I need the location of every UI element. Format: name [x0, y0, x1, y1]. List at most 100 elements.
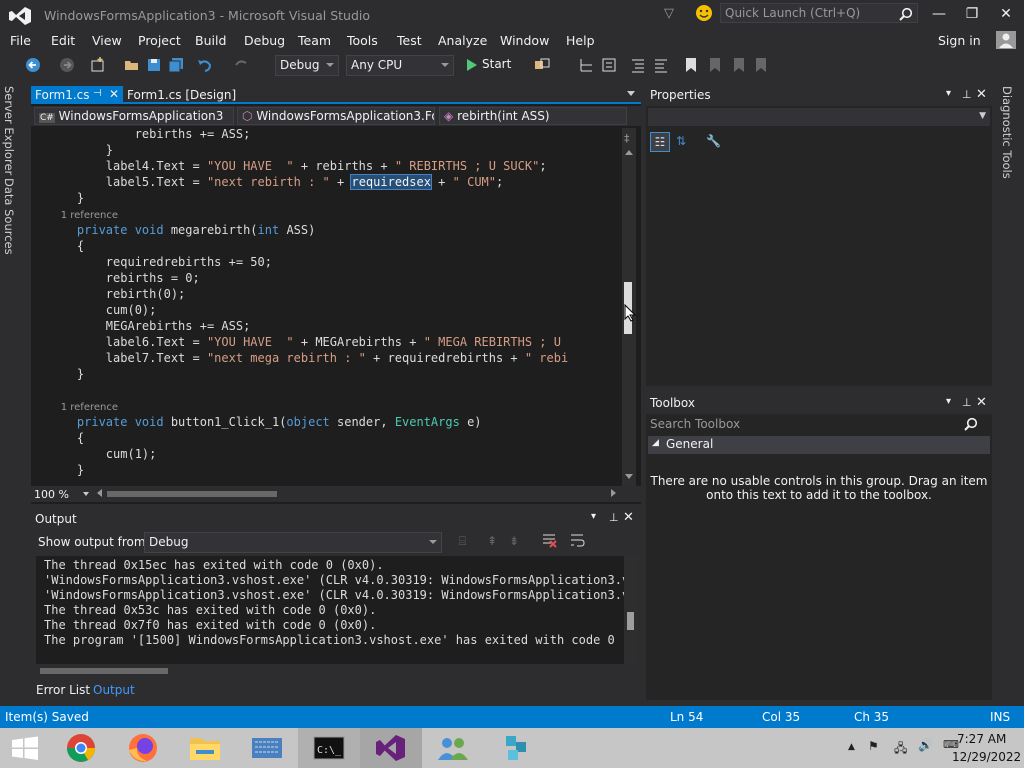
horizontal-scroll-thumb[interactable] — [40, 668, 168, 674]
clear-bookmarks-icon[interactable] — [752, 56, 770, 74]
output-vertical-scrollbar[interactable] — [624, 556, 638, 664]
open-file-icon[interactable] — [123, 56, 141, 74]
start-button-icon[interactable] — [0, 728, 50, 768]
tab-form1-cs[interactable]: Form1.cs ⊣ ✕ — [31, 86, 123, 104]
code-line[interactable]: label7.Text = "next mega rebirth : " + r… — [48, 350, 568, 366]
data-sources-tab[interactable]: Data Sources — [2, 178, 16, 255]
menu-window[interactable]: Window — [500, 33, 549, 48]
close-tab-icon[interactable]: ✕ — [109, 87, 119, 101]
code-line[interactable]: } — [48, 366, 84, 382]
step-into-icon[interactable] — [578, 56, 596, 74]
code-line[interactable]: label5.Text = "next rebirth : " + requir… — [48, 174, 503, 190]
tab-output[interactable]: Output — [93, 683, 135, 697]
pin-icon[interactable]: ⊥ — [962, 88, 972, 101]
zoom-level[interactable]: 100 % — [34, 488, 69, 501]
prev-message-icon[interactable]: ⇞ — [487, 534, 497, 548]
action-center-flag-icon[interactable]: ⚑ — [868, 739, 879, 753]
save-all-icon[interactable] — [167, 56, 185, 74]
bookmark-icon[interactable] — [682, 56, 700, 74]
uncomment-lines-icon[interactable] — [652, 56, 670, 74]
filter-icon[interactable]: ▽ — [664, 6, 674, 21]
redo-icon[interactable] — [232, 56, 250, 74]
menu-debug[interactable]: Debug — [244, 33, 285, 48]
people-app-icon[interactable] — [422, 728, 484, 768]
new-project-icon[interactable] — [89, 56, 107, 74]
diagnostic-tools-tab[interactable]: Diagnostic Tools — [1000, 86, 1014, 179]
quick-launch-input[interactable]: Quick Launch (Ctrl+Q) — [725, 6, 860, 20]
scroll-up-icon[interactable] — [625, 150, 633, 155]
code-line[interactable]: rebirths += ASS; — [48, 128, 251, 142]
split-icon[interactable]: ‡ — [624, 132, 630, 145]
file-explorer-icon[interactable] — [174, 728, 236, 768]
code-line[interactable]: label4.Text = "YOU HAVE " + rebirths + "… — [48, 158, 547, 174]
code-line[interactable]: { — [48, 430, 84, 446]
clock-date[interactable]: 12/29/2022 — [952, 750, 1021, 764]
tab-error-list[interactable]: Error List — [36, 683, 90, 697]
word-wrap-icon[interactable] — [569, 532, 585, 548]
step-over-icon[interactable] — [600, 56, 618, 74]
toolbox-search[interactable]: Search Toolbox — [646, 414, 992, 434]
code-line[interactable]: label6.Text = "YOU HAVE " + MEGArebirths… — [48, 334, 561, 350]
zoom-dropdown-icon[interactable] — [83, 492, 89, 496]
tab-overflow-icon[interactable] — [627, 91, 635, 96]
sign-in-link[interactable]: Sign in — [938, 33, 981, 48]
panel-dropdown-icon[interactable]: ▾ — [946, 88, 951, 99]
pin-icon[interactable]: ⊥ — [962, 396, 972, 409]
clear-all-icon[interactable] — [541, 532, 557, 548]
tab-form1-design[interactable]: Form1.cs [Design] — [123, 86, 253, 104]
search-icon[interactable] — [899, 7, 913, 21]
scroll-down-icon[interactable] — [625, 474, 633, 479]
code-line[interactable]: } — [48, 462, 84, 478]
menu-view[interactable]: View — [92, 33, 122, 48]
minimize-button[interactable]: — — [931, 6, 947, 22]
menu-tools[interactable]: Tools — [347, 33, 378, 48]
firefox-icon[interactable] — [112, 728, 174, 768]
code-line[interactable]: } — [48, 142, 113, 158]
feedback-smiley-icon[interactable] — [695, 4, 713, 22]
menu-edit[interactable]: Edit — [51, 33, 75, 48]
pin-icon[interactable]: ⊣ — [93, 88, 102, 99]
code-line[interactable]: MEGArebirths += ASS; — [48, 318, 251, 334]
navigate-back-icon[interactable] — [24, 56, 42, 74]
command-prompt-icon[interactable]: C:\_ — [298, 728, 360, 768]
categorized-icon[interactable]: ☷ — [650, 132, 670, 152]
network-status-icon[interactable]: 🖧 — [894, 739, 907, 760]
start-button[interactable]: Start — [482, 57, 511, 71]
attach-process-icon[interactable] — [533, 56, 551, 74]
scroll-right-icon[interactable] — [611, 489, 616, 497]
member-dropdown[interactable]: ◈ rebirth(int ASS) — [439, 107, 627, 125]
menu-test[interactable]: Test — [397, 33, 422, 48]
scroll-left-icon[interactable] — [97, 489, 102, 497]
volume-icon[interactable]: 🔊 — [918, 738, 933, 752]
horizontal-scroll-thumb[interactable] — [107, 491, 277, 497]
visual-studio-taskbar-icon[interactable] — [360, 728, 422, 768]
prev-bookmark-icon[interactable] — [706, 56, 724, 74]
navigate-forward-icon[interactable] — [58, 56, 76, 74]
chrome-icon[interactable] — [50, 728, 112, 768]
next-message-icon[interactable]: ⇟ — [509, 534, 519, 548]
object-selector-dropdown[interactable]: ▼ — [648, 108, 990, 126]
start-debug-icon[interactable] — [466, 58, 478, 72]
code-line[interactable]: cum(1); — [48, 446, 157, 462]
server-explorer-tab[interactable]: Server Explorer — [2, 86, 16, 175]
toolbox-group-general[interactable]: ◢ General — [648, 436, 990, 454]
alphabetical-icon[interactable]: ⇅ — [676, 134, 686, 148]
search-icon[interactable] — [964, 417, 978, 431]
solution-config-dropdown[interactable]: Debug — [275, 55, 339, 76]
clock-time[interactable]: 7:27 AM — [957, 732, 1006, 746]
find-message-icon[interactable]: ⌸ — [459, 534, 466, 549]
project-dropdown[interactable]: C# WindowsFormsApplication3 — [34, 107, 234, 125]
toolbox-search-input[interactable]: Search Toolbox — [650, 417, 740, 431]
code-line[interactable]: 1 reference — [48, 398, 118, 414]
code-text-area[interactable]: rebirths += ASS; } label4.Text = "YOU HA… — [48, 128, 622, 488]
menu-help[interactable]: Help — [566, 33, 595, 48]
network-app-icon[interactable] — [484, 728, 546, 768]
account-avatar[interactable] — [996, 31, 1016, 49]
output-source-dropdown[interactable]: Debug — [144, 532, 442, 553]
quick-launch-box[interactable]: Quick Launch (Ctrl+Q) — [720, 3, 918, 23]
code-line[interactable]: rebirths = 0; — [48, 270, 200, 286]
output-horizontal-scrollbar[interactable] — [36, 664, 624, 678]
code-line[interactable]: rebirth(0); — [48, 286, 185, 302]
code-line[interactable]: private void megarebirth(int ASS) — [48, 222, 315, 238]
menu-team[interactable]: Team — [298, 33, 331, 48]
